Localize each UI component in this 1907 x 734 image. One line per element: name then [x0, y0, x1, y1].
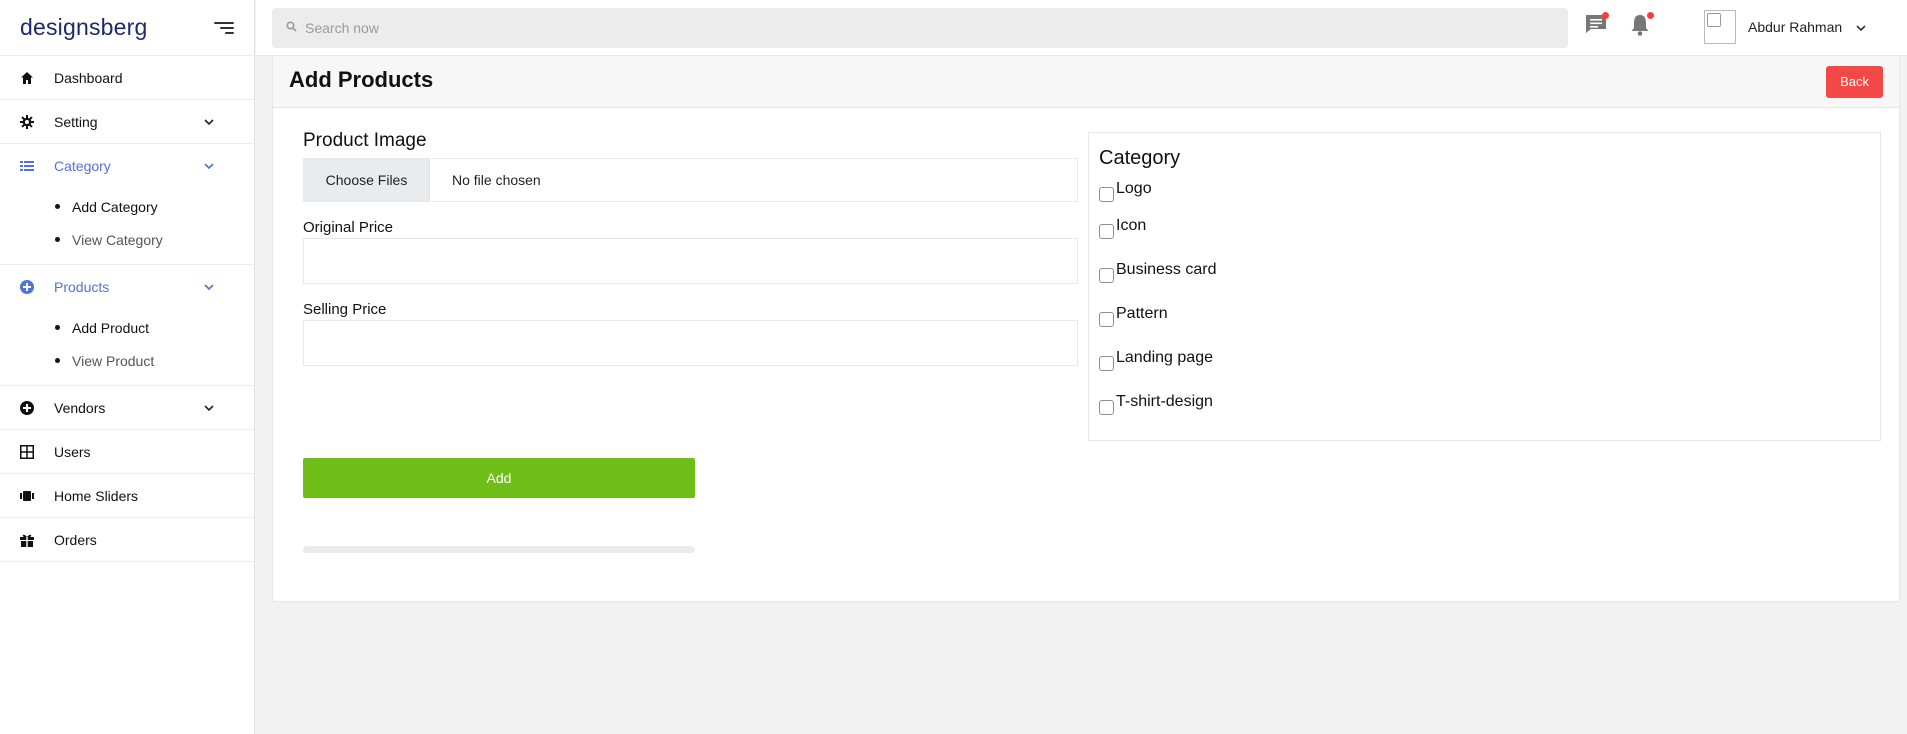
back-button[interactable]: Back [1826, 65, 1883, 98]
chevron-down-icon[interactable] [1856, 18, 1866, 36]
home-icon [20, 71, 34, 85]
bullet-icon [55, 204, 60, 209]
list-icon [20, 159, 34, 173]
top-bar: Abdur Rahman [256, 0, 1907, 56]
sidebar-subitem-view-product[interactable]: View Product [0, 344, 254, 377]
sidebar: designsberg Dashboard Setting Category A… [0, 0, 255, 734]
products-submenu: Add Product View Product [0, 309, 254, 386]
search-icon [286, 19, 297, 37]
upload-progress-bar [303, 546, 695, 553]
plus-circle-icon [20, 280, 34, 294]
product-form: Product Image Choose Files No file chose… [303, 130, 1078, 366]
category-option-label: Landing page [1116, 349, 1213, 366]
sidebar-item-label: Home Sliders [54, 487, 139, 504]
sidebar-item-vendors[interactable]: Vendors [0, 386, 254, 430]
selling-price-input[interactable] [303, 320, 1078, 366]
bullet-icon [55, 325, 60, 330]
product-image-label: Product Image [303, 130, 427, 151]
checkbox[interactable] [1099, 186, 1114, 202]
chevron-down-icon[interactable] [190, 280, 214, 294]
sidebar-subitem-view-category[interactable]: View Category [0, 223, 254, 256]
category-panel: Category Logo Icon Business card Pattern… [1088, 132, 1881, 441]
notification-badge [1602, 12, 1609, 19]
brand-bar: designsberg [0, 0, 254, 56]
checkbox[interactable] [1099, 223, 1114, 239]
chevron-down-icon[interactable] [190, 159, 214, 173]
menu-toggle-icon[interactable] [214, 20, 234, 36]
checkbox[interactable] [1099, 311, 1114, 327]
category-option-t-shirt-design[interactable]: T-shirt-design [1099, 382, 1870, 426]
user-name: Abdur Rahman [1748, 19, 1843, 35]
category-option-label: Business card [1116, 261, 1217, 278]
gear-icon [20, 114, 34, 129]
category-option-icon[interactable]: Icon [1099, 206, 1870, 250]
file-input[interactable]: Choose Files No file chosen [303, 158, 1078, 202]
sidebar-item-category[interactable]: Category [0, 144, 254, 188]
sidebar-item-orders[interactable]: Orders [0, 518, 254, 562]
checkbox[interactable] [1099, 267, 1114, 283]
notification-badge [1647, 12, 1654, 19]
card-header: Add Products Back [273, 56, 1899, 108]
category-submenu: Add Category View Category [0, 188, 254, 265]
original-price-label: Original Price [303, 219, 394, 236]
category-option-label: Logo [1116, 180, 1152, 197]
bullet-icon [55, 358, 60, 363]
sidebar-item-products[interactable]: Products [0, 265, 254, 309]
sidebar-item-label: Dashboard [54, 69, 123, 86]
bullet-icon [55, 237, 60, 242]
category-option-pattern[interactable]: Pattern [1099, 294, 1870, 338]
category-option-landing-page[interactable]: Landing page [1099, 338, 1870, 382]
sidebar-subitem-label: Add Category [72, 198, 158, 215]
add-button[interactable]: Add [303, 458, 695, 498]
chevron-down-icon[interactable] [190, 115, 214, 129]
category-option-label: Pattern [1116, 305, 1168, 322]
sidebar-item-home-sliders[interactable]: Home Sliders [0, 474, 254, 518]
category-option-label: Icon [1116, 217, 1147, 234]
category-title: Category [1099, 147, 1181, 169]
plus-circle-icon [20, 400, 34, 415]
category-option-business-card[interactable]: Business card [1099, 250, 1870, 294]
add-product-card: Add Products Back Product Image Choose F… [272, 56, 1900, 602]
slider-icon [20, 489, 34, 503]
choose-files-button[interactable]: Choose Files [304, 159, 430, 201]
messages-icon[interactable] [1585, 12, 1609, 36]
sidebar-subitem-add-product[interactable]: Add Product [0, 311, 254, 344]
sidebar-subitem-label: Add Product [72, 319, 150, 336]
sidebar-item-label: Products [54, 279, 110, 295]
sidebar-item-label: Orders [54, 531, 97, 548]
sidebar-subitem-label: View Category [72, 231, 163, 248]
sidebar-item-label: Category [54, 158, 111, 174]
category-option-logo[interactable]: Logo [1099, 176, 1870, 206]
user-menu[interactable]: Abdur Rahman [1704, 10, 1866, 44]
sidebar-item-setting[interactable]: Setting [0, 100, 254, 144]
sidebar-item-label: Users [54, 443, 91, 460]
category-option-label: T-shirt-design [1116, 393, 1213, 410]
page-title: Add Products [289, 66, 434, 92]
selling-price-label: Selling Price [303, 301, 387, 318]
chevron-down-icon[interactable] [190, 401, 214, 415]
gift-icon [20, 533, 34, 547]
brand-logo[interactable]: designsberg [20, 14, 148, 41]
sidebar-subitem-label: View Product [72, 352, 155, 369]
search-box[interactable] [272, 8, 1568, 48]
sidebar-item-label: Vendors [54, 399, 106, 416]
search-input[interactable] [305, 20, 1505, 36]
avatar[interactable] [1704, 10, 1736, 44]
original-price-input[interactable] [303, 238, 1078, 284]
sidebar-item-dashboard[interactable]: Dashboard [0, 56, 254, 100]
sidebar-item-users[interactable]: Users [0, 430, 254, 474]
sidebar-item-label: Setting [54, 113, 98, 130]
checkbox[interactable] [1099, 399, 1114, 415]
checkbox[interactable] [1099, 355, 1114, 371]
bell-icon[interactable] [1630, 12, 1654, 36]
file-status-text: No file chosen [452, 172, 541, 188]
grid-icon [20, 444, 34, 459]
sidebar-subitem-add-category[interactable]: Add Category [0, 190, 254, 223]
